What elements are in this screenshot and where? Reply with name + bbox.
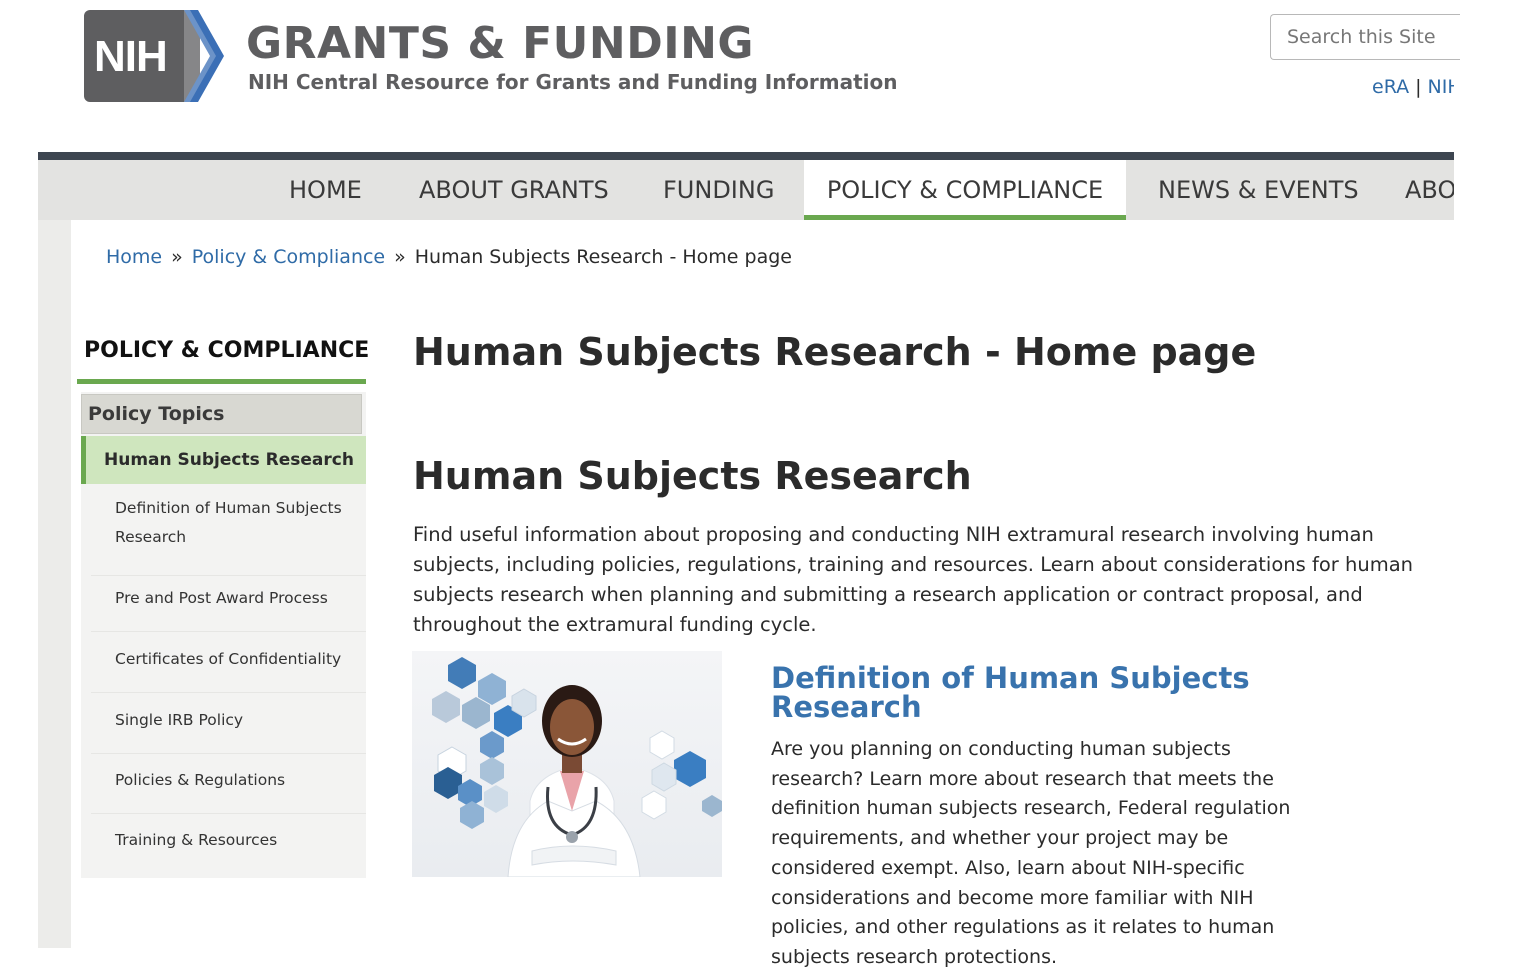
top-links: eRA | NIH [1372, 76, 1454, 98]
search-field[interactable] [1270, 14, 1460, 60]
sidebar-item-definition[interactable]: Definition of Human Subjects Research [91, 494, 366, 576]
sidebar-title: POLICY & COMPLIANCE [84, 338, 370, 363]
breadcrumb: Home » Policy & Compliance » Human Subjects … [106, 246, 792, 268]
sidebar-section-policy-topics[interactable]: Policy Topics [81, 394, 362, 434]
nav-item-home[interactable]: HOME [289, 160, 362, 220]
search-input[interactable] [1271, 15, 1460, 59]
sidebar-item-human-subjects-research[interactable]: Human Subjects Research [81, 436, 366, 484]
era-link[interactable]: eRA [1372, 76, 1409, 98]
breadcrumb-current: Human Subjects Research - Home page [414, 246, 792, 268]
doctor-hexagon-image[interactable] [412, 651, 722, 877]
breadcrumb-separator: » [394, 246, 406, 268]
sidebar-item-single-irb[interactable]: Single IRB Policy [91, 706, 366, 754]
card-description: Are you planning on conducting human sub… [771, 738, 1291, 968]
doctor-illustration-icon [432, 657, 722, 877]
intro-paragraph: Find useful information about proposing … [413, 523, 1414, 636]
sidebar-item-training-resources[interactable]: Training & Resources [91, 826, 366, 874]
nav-item-news-events[interactable]: NEWS & EVENTS [1158, 160, 1359, 220]
sidebar-title-underline [77, 379, 366, 384]
nav-item-policy-compliance[interactable]: POLICY & COMPLIANCE [804, 160, 1126, 220]
page-title: Human Subjects Research - Home page [413, 330, 1257, 374]
breadcrumb-separator: » [171, 246, 183, 268]
card-title-link[interactable]: Definition of Human Subjects Research [771, 664, 1291, 722]
breadcrumb-home[interactable]: Home [106, 246, 162, 268]
logo-text: NIH [94, 32, 168, 81]
logo-chevron-icon [184, 10, 224, 102]
left-gutter [38, 220, 71, 948]
nih-logo[interactable]: NIH [84, 10, 226, 102]
nav-item-about-grants[interactable]: ABOUT GRANTS [419, 160, 609, 220]
nih-link[interactable]: NIH [1428, 76, 1454, 98]
site-subtitle: NIH Central Resource for Grants and Fund… [248, 70, 898, 94]
main-nav: HOME ABOUT GRANTS FUNDING POLICY & COMPL… [38, 160, 1454, 220]
breadcrumb-policy-compliance[interactable]: Policy & Compliance [192, 246, 385, 268]
section-title: Human Subjects Research [413, 454, 972, 498]
sidebar-item-certificates[interactable]: Certificates of Confidentiality [91, 645, 366, 693]
sidebar-item-pre-post-award[interactable]: Pre and Post Award Process [91, 584, 366, 632]
nav-item-funding[interactable]: FUNDING [663, 160, 774, 220]
site-title[interactable]: GRANTS & FUNDING [246, 18, 754, 69]
sidebar-item-policies-regulations[interactable]: Policies & Regulations [91, 766, 366, 814]
top-links-separator: | [1415, 76, 1422, 98]
nav-item-about[interactable]: ABOUT [1405, 160, 1454, 220]
nav-top-bar [38, 152, 1454, 160]
